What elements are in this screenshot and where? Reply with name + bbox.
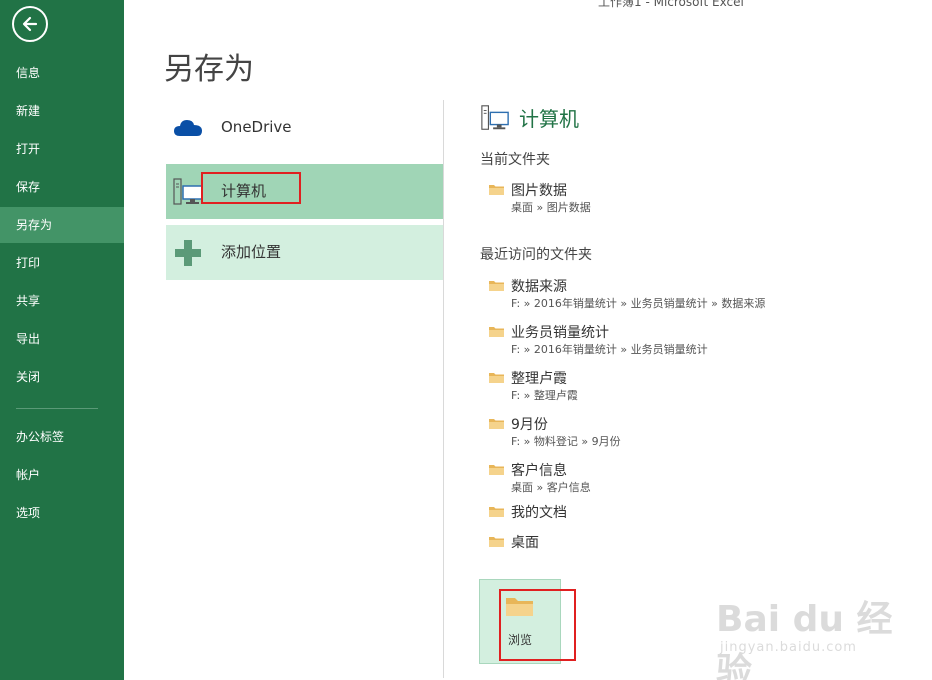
recent-folders-label: 最近访问的文件夹 <box>480 247 592 263</box>
nav-close[interactable]: 关闭 <box>0 359 124 395</box>
nav-options[interactable]: 选项 <box>0 495 124 531</box>
sidebar-divider <box>16 408 98 409</box>
folder-name: 桌面 <box>511 535 539 551</box>
folder-name: 我的文档 <box>511 505 567 521</box>
location-add-place-label: 添加位置 <box>221 243 282 261</box>
computer-icon <box>481 105 509 130</box>
folder-path: 桌面 » 客户信息 <box>511 481 591 494</box>
folder-name: 数据来源 <box>511 279 567 295</box>
folder-icon <box>489 327 504 337</box>
folder-icon <box>489 465 504 475</box>
location-onedrive[interactable]: OneDrive <box>166 100 443 155</box>
page-title: 另存为 <box>164 52 254 87</box>
cloud-icon <box>174 120 202 136</box>
nav-save-as[interactable]: 另存为 <box>0 207 124 243</box>
arrow-left-icon <box>22 16 38 32</box>
computer-icon <box>173 178 203 205</box>
folder-name: 9月份 <box>511 417 548 433</box>
column-divider <box>443 100 444 678</box>
nav-print[interactable]: 打印 <box>0 245 124 281</box>
folder-icon <box>489 419 504 429</box>
folder-path: 桌面 » 图片数据 <box>511 201 591 214</box>
nav-open[interactable]: 打开 <box>0 131 124 167</box>
folder-name: 业务员销量统计 <box>511 325 609 341</box>
folder-path: F: » 物料登记 » 9月份 <box>511 435 621 448</box>
nav-account[interactable]: 帐户 <box>0 457 124 493</box>
window-title: 工作簿1 - Microsoft Excel <box>598 0 744 9</box>
folder-icon <box>489 185 504 195</box>
folder-path: F: » 2016年销量统计 » 业务员销量统计 » 数据来源 <box>511 297 766 310</box>
baidu-watermark: Bai du 经验 jingyan.baidu.com <box>716 590 916 680</box>
nav-new[interactable]: 新建 <box>0 93 124 129</box>
nav-export[interactable]: 导出 <box>0 321 124 357</box>
watermark-url: jingyan.baidu.com <box>720 640 857 655</box>
folder-icon <box>489 373 504 383</box>
current-folder-label: 当前文件夹 <box>480 152 550 168</box>
folder-name: 图片数据 <box>511 183 567 199</box>
folder-path: F: » 整理卢霞 <box>511 389 578 402</box>
folder-icon <box>489 507 504 517</box>
back-button[interactable] <box>12 6 48 42</box>
location-add-place[interactable]: 添加位置 <box>166 225 443 280</box>
folder-icon <box>489 281 504 291</box>
nav-save[interactable]: 保存 <box>0 169 124 205</box>
folder-name: 整理卢霞 <box>511 371 567 387</box>
nav-info[interactable]: 信息 <box>0 55 124 91</box>
backstage-sidebar: 信息 新建 打开 保存 另存为 打印 共享 导出 关闭 办公标签 帐户 选项 <box>0 0 124 680</box>
folder-path: F: » 2016年销量统计 » 业务员销量统计 <box>511 343 708 356</box>
plus-icon <box>175 240 201 266</box>
folder-name: 客户信息 <box>511 463 567 479</box>
nav-office-tab[interactable]: 办公标签 <box>0 419 124 455</box>
save-as-backstage: 信息 新建 打开 保存 另存为 打印 共享 导出 关闭 办公标签 帐户 选项 工… <box>0 0 932 680</box>
highlight-box-computer <box>201 172 301 204</box>
watermark-brand: Bai du 经验 <box>716 599 893 680</box>
highlight-box-browse <box>499 589 576 661</box>
nav-share[interactable]: 共享 <box>0 283 124 319</box>
location-onedrive-label: OneDrive <box>221 118 292 136</box>
folder-icon <box>489 537 504 547</box>
pane-heading: 计算机 <box>519 107 579 131</box>
